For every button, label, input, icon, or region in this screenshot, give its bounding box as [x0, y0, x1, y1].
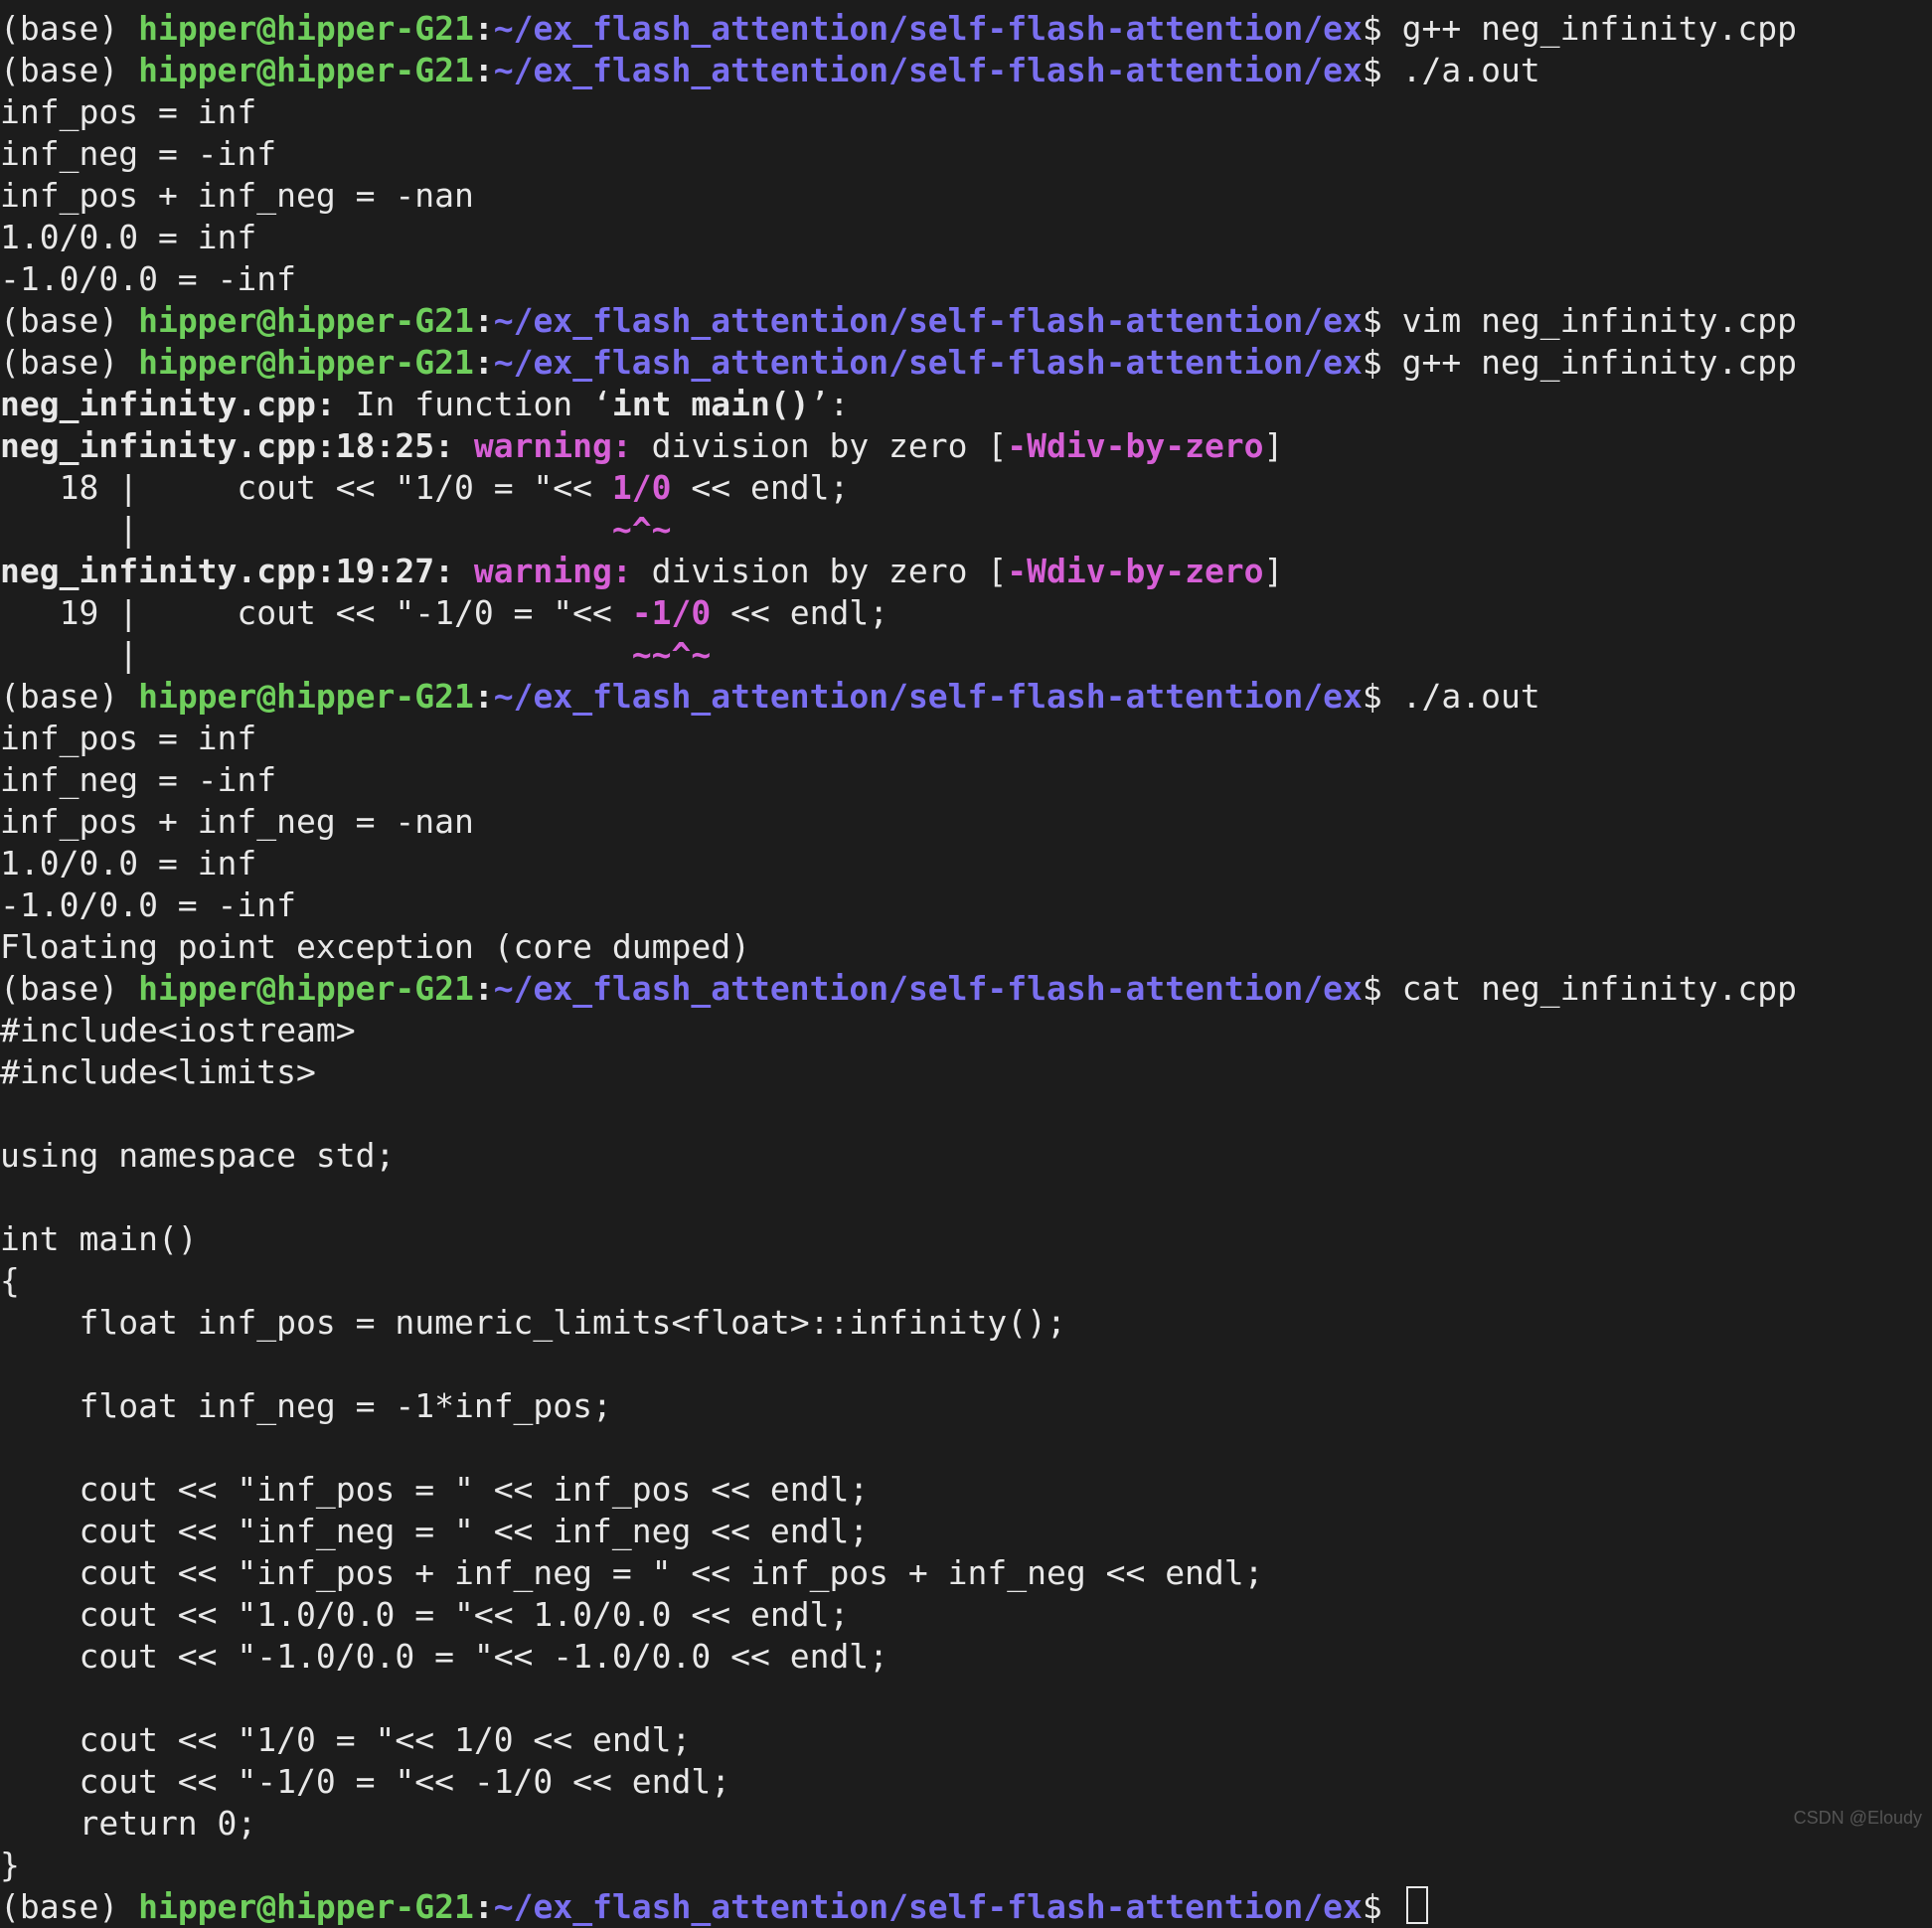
warn-label: warning: — [474, 426, 652, 465]
prompt-colon: : — [474, 343, 494, 382]
prompt-user: hipper@hipper-G21 — [138, 1887, 474, 1926]
warn-flag: -Wdiv-by-zero — [1007, 426, 1263, 465]
warn-loc: neg_infinity.cpp:18:25: — [0, 426, 474, 465]
source-line: #include<limits> — [0, 1052, 316, 1091]
warn-text: ’: — [810, 385, 850, 423]
terminal-output[interactable]: (base) hipper@hipper-G21:~/ex_flash_atte… — [0, 0, 1932, 1928]
output-line: 1.0/0.0 = inf — [0, 844, 256, 883]
prompt-user: hipper@hipper-G21 — [138, 677, 474, 716]
source-line: { — [0, 1261, 20, 1300]
output-line: inf_pos + inf_neg = -nan — [0, 802, 474, 841]
warn-func: int main() — [612, 385, 810, 423]
prompt-path: ~/ex_flash_attention/self-flash-attentio… — [494, 51, 1363, 89]
warn-label: warning: — [474, 552, 652, 590]
prompt-user: hipper@hipper-G21 — [138, 343, 474, 382]
output-line: inf_pos + inf_neg = -nan — [0, 176, 474, 215]
warn-code: << endl; — [672, 468, 850, 507]
command-cat: cat neg_infinity.cpp — [1402, 969, 1797, 1008]
source-line: float inf_neg = -1*inf_pos; — [0, 1386, 612, 1425]
prompt-path: ~/ex_flash_attention/self-flash-attentio… — [494, 969, 1363, 1008]
prompt-colon: : — [474, 51, 494, 89]
output-line: inf_neg = -inf — [0, 134, 276, 173]
source-line: cout << "-1/0 = "<< -1/0 << endl; — [0, 1762, 730, 1801]
warn-code: 18 | cout << "1/0 = "<< — [0, 468, 612, 507]
warn-file: neg_infinity.cpp: — [0, 385, 336, 423]
prompt-env: (base) — [0, 677, 138, 716]
warn-flag: -Wdiv-by-zero — [1007, 552, 1263, 590]
source-line: using namespace std; — [0, 1136, 395, 1175]
output-line: inf_pos = inf — [0, 719, 256, 757]
prompt-env: (base) — [0, 969, 138, 1008]
warn-msg: division by zero [ — [652, 426, 1008, 465]
command-gpp: g++ neg_infinity.cpp — [1402, 343, 1797, 382]
output-line: -1.0/0.0 = -inf — [0, 259, 296, 298]
command-aout: ./a.out — [1402, 51, 1540, 89]
prompt-dollar: $ — [1363, 969, 1402, 1008]
source-line: cout << "1.0/0.0 = "<< 1.0/0.0 << endl; — [0, 1595, 849, 1634]
prompt-dollar: $ — [1363, 343, 1402, 382]
command-aout: ./a.out — [1402, 677, 1540, 716]
warn-caret-pad: | — [0, 635, 632, 674]
prompt-env: (base) — [0, 9, 138, 48]
prompt-env: (base) — [0, 51, 138, 89]
warn-msg: division by zero [ — [652, 552, 1008, 590]
prompt-env: (base) — [0, 1887, 138, 1926]
prompt-colon: : — [474, 301, 494, 340]
cursor-icon[interactable] — [1406, 1886, 1428, 1924]
prompt-env: (base) — [0, 343, 138, 382]
command-vim: vim neg_infinity.cpp — [1402, 301, 1797, 340]
source-line: cout << "1/0 = "<< 1/0 << endl; — [0, 1720, 691, 1759]
output-line: 1.0/0.0 = inf — [0, 218, 256, 256]
warn-code: 19 | cout << "-1/0 = "<< — [0, 593, 632, 632]
warn-caret-pad: | — [0, 510, 612, 549]
watermark: CSDN @Eloudy — [1794, 1808, 1922, 1829]
output-line: inf_neg = -inf — [0, 760, 276, 799]
warn-loc: neg_infinity.cpp:19:27: — [0, 552, 474, 590]
prompt-dollar: $ — [1363, 51, 1402, 89]
prompt-colon: : — [474, 677, 494, 716]
output-line: inf_pos = inf — [0, 92, 256, 131]
source-line: #include<iostream> — [0, 1011, 356, 1049]
warn-expr: 1/0 — [612, 468, 672, 507]
prompt-path: ~/ex_flash_attention/self-flash-attentio… — [494, 343, 1363, 382]
source-line: cout << "inf_neg = " << inf_neg << endl; — [0, 1512, 869, 1550]
output-line: -1.0/0.0 = -inf — [0, 885, 296, 924]
prompt-dollar: $ — [1363, 1887, 1402, 1926]
prompt-colon: : — [474, 969, 494, 1008]
warn-caret: ~^~ — [612, 510, 672, 549]
warn-code: << endl; — [711, 593, 888, 632]
prompt-user: hipper@hipper-G21 — [138, 51, 474, 89]
prompt-dollar: $ — [1363, 677, 1402, 716]
source-line: int main() — [0, 1219, 198, 1258]
source-line: float inf_pos = numeric_limits<float>::i… — [0, 1303, 1066, 1342]
output-line: Floating point exception (core dumped) — [0, 927, 750, 966]
prompt-colon: : — [474, 1887, 494, 1926]
warn-msg: ] — [1264, 426, 1284, 465]
prompt-path: ~/ex_flash_attention/self-flash-attentio… — [494, 301, 1363, 340]
prompt-path: ~/ex_flash_attention/self-flash-attentio… — [494, 677, 1363, 716]
prompt-dollar: $ — [1363, 301, 1402, 340]
warn-expr: -1/0 — [632, 593, 711, 632]
warn-caret: ~~^~ — [632, 635, 711, 674]
prompt-dollar: $ — [1363, 9, 1402, 48]
prompt-path: ~/ex_flash_attention/self-flash-attentio… — [494, 1887, 1363, 1926]
prompt-user: hipper@hipper-G21 — [138, 969, 474, 1008]
prompt-env: (base) — [0, 301, 138, 340]
command-gpp: g++ neg_infinity.cpp — [1402, 9, 1797, 48]
source-line: cout << "-1.0/0.0 = "<< -1.0/0.0 << endl… — [0, 1637, 888, 1676]
source-line: cout << "inf_pos = " << inf_pos << endl; — [0, 1470, 869, 1509]
prompt-user: hipper@hipper-G21 — [138, 9, 474, 48]
warn-msg: ] — [1264, 552, 1284, 590]
prompt-colon: : — [474, 9, 494, 48]
source-line: cout << "inf_pos + inf_neg = " << inf_po… — [0, 1553, 1264, 1592]
prompt-user: hipper@hipper-G21 — [138, 301, 474, 340]
prompt-path: ~/ex_flash_attention/self-flash-attentio… — [494, 9, 1363, 48]
source-line: return 0; — [0, 1804, 256, 1843]
warn-text: In function ‘ — [336, 385, 612, 423]
source-line: } — [0, 1846, 20, 1884]
